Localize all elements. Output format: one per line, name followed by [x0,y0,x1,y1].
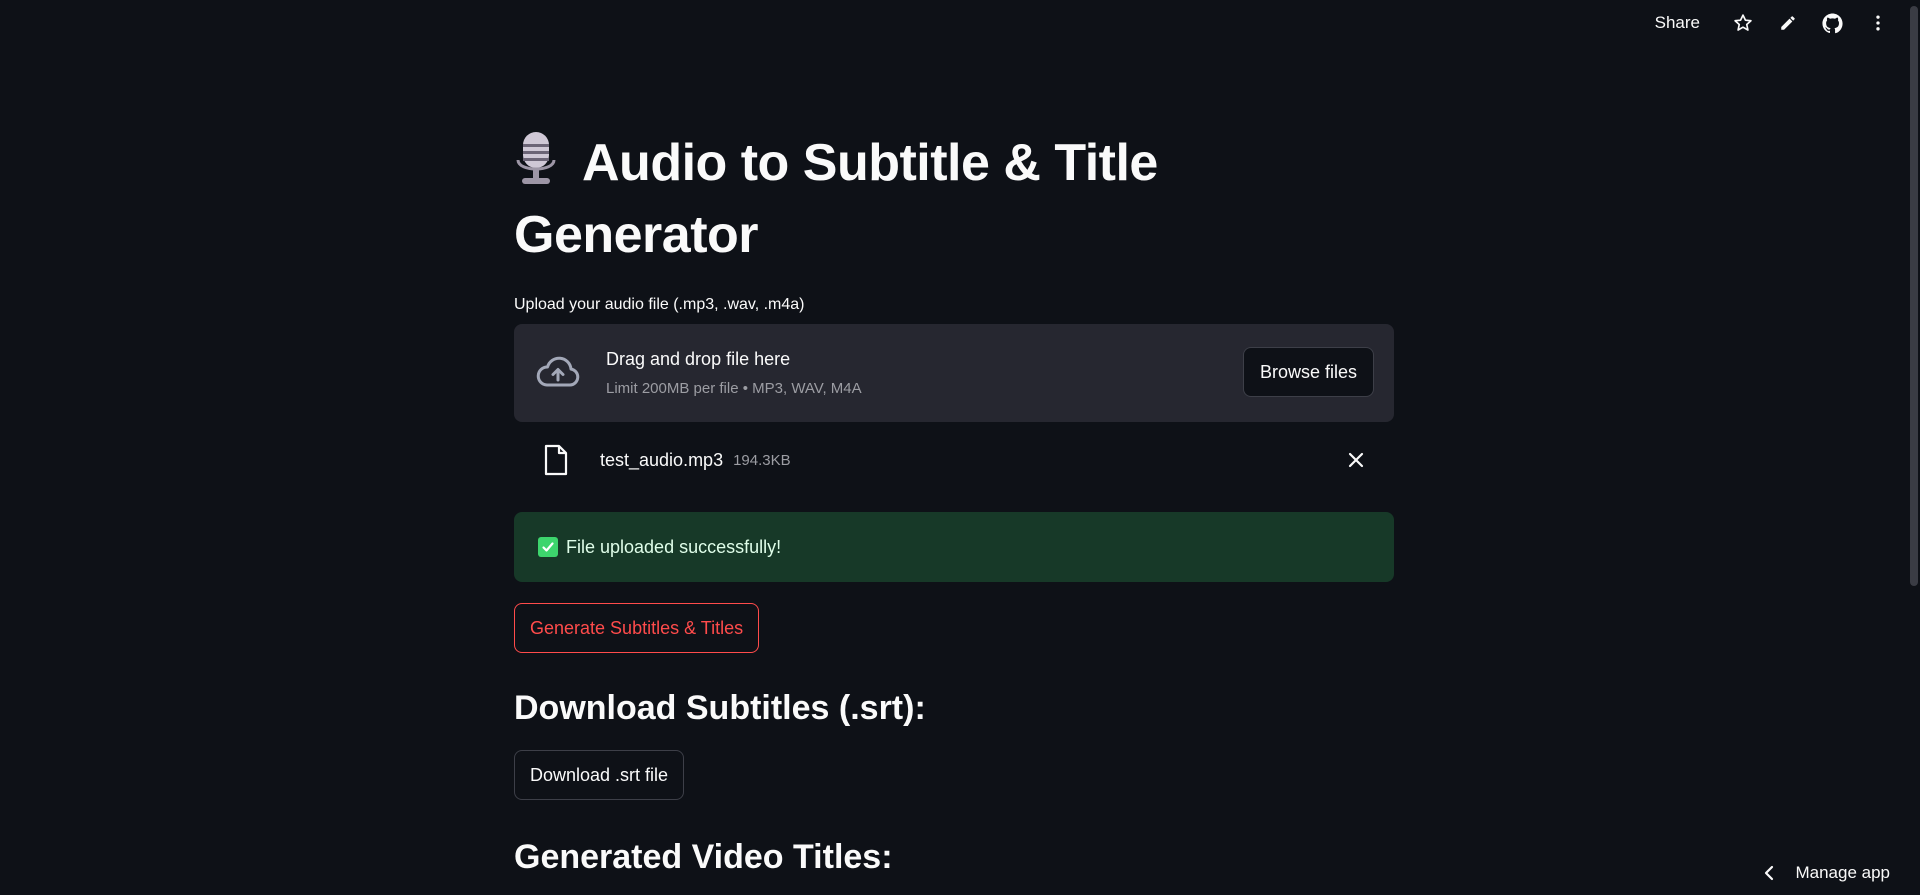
cloud-upload-icon [536,356,580,387]
success-alert: File uploaded successfully! [514,512,1394,582]
download-srt-button[interactable]: Download .srt file [514,750,685,800]
file-name: test_audio.mp3 [600,449,724,470]
upload-label: Upload your audio file (.mp3, .wav, .m4a… [514,296,805,313]
star-icon[interactable] [1720,0,1765,46]
browse-files-button[interactable]: Browse files [1242,347,1374,397]
manage-app-label: Manage app [1795,863,1890,882]
success-message: File uploaded successfully! [566,536,782,557]
scrollbar[interactable] [1908,0,1920,895]
pencil-icon[interactable] [1765,0,1810,46]
dropzone-limit: Limit 200MB per file • MP3, WAV, M4A [606,380,862,397]
microphone-icon [514,130,558,202]
top-toolbar: Share [1655,0,1920,46]
download-heading: Download Subtitles (.srt): [514,689,926,727]
check-icon [538,537,558,557]
share-button[interactable]: Share [1655,13,1700,33]
scrollbar-thumb[interactable] [1910,6,1918,586]
github-icon[interactable] [1810,0,1855,46]
titles-heading: Generated Video Titles: [514,838,893,876]
title-line-1: Audio to Subtitle & Title [582,134,1158,192]
close-icon[interactable] [1346,450,1366,470]
main-content: Audio to Subtitle & Title Generator Uplo… [514,130,1394,877]
file-dropzone[interactable]: Drag and drop file here Limit 200MB per … [514,324,1394,422]
generate-button[interactable]: Generate Subtitles & Titles [514,603,760,653]
more-vertical-icon[interactable] [1855,0,1900,46]
manage-app-button[interactable]: Manage app [1763,863,1890,883]
file-icon [544,444,568,476]
file-size: 194.3KB [733,451,791,469]
chevron-left-icon [1765,865,1774,881]
page-title: Audio to Subtitle & Title Generator [514,130,1394,268]
dropzone-instructions: Drag and drop file here [606,349,791,369]
uploaded-file-row: test_audio.mp3 194.3KB [514,422,1394,498]
title-line-2: Generator [514,206,759,264]
